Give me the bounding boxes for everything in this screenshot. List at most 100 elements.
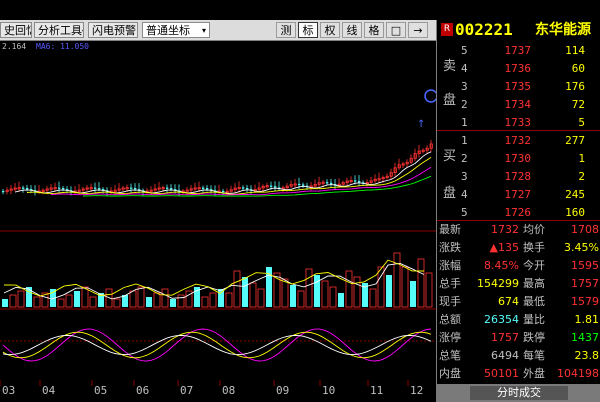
quote-value: 154299 [477,277,519,290]
quote-panel: R 002221 东华能源 5 1737 114 4 1736 60 3 1735 176 2 17… [436,20,600,402]
highlight-marker [424,89,436,103]
quote-value: 1708 [571,223,599,236]
buy-label-top: 买 [443,149,457,164]
order-volume: 2 [578,170,585,183]
quote-label: 总额 [439,313,461,326]
quote-value: 1732 [491,223,519,236]
order-price: 1730 [504,152,532,165]
order-price: 1736 [504,62,532,75]
order-volume: 160 [565,206,585,219]
quote-label: 内盘 [439,367,461,380]
chart-toolbar: 史回忆 分析工具▾ 闪电预警 普通坐标▾ 测 标 权 线 格 □ → [0,20,436,41]
date-tick: 10 [322,384,335,397]
buy-row[interactable]: 2 1730 1 [437,151,600,167]
quote-label: 最新 [439,223,461,236]
quote-value: 104198 [557,367,599,380]
chevron-down-icon: ▾ [201,26,206,35]
order-volume: 245 [565,188,585,201]
order-level: 2 [461,98,468,111]
date-tick: 08 [222,384,235,397]
quote-value: 1595 [571,259,599,272]
quote-value: 8.45% [484,259,519,272]
kline-chart[interactable]: 2.164 MA6: 11.050 ↑ [0,41,436,380]
quote-label: 现手 [439,295,461,308]
arrow-right-icon[interactable]: → [408,22,428,38]
sell-row[interactable]: 4 1736 60 [437,61,600,77]
sell-row[interactable]: 2 1734 72 [437,97,600,113]
quote-value: 1.81 [574,313,600,326]
coordinate-select-value: 普通坐标 [146,24,190,37]
quote-value: 26354 [484,313,519,326]
sell-row[interactable]: 5 1737 114 [437,43,600,59]
order-level: 1 [461,134,468,147]
order-volume: 72 [571,98,585,111]
sell-row[interactable]: 1 1733 5 [437,115,600,131]
order-volume: 60 [571,62,585,75]
order-level: 5 [461,206,468,219]
flash-alert-button[interactable]: 闪电预警 [88,22,138,38]
order-level: 4 [461,62,468,75]
order-level: 1 [461,116,468,129]
order-level: 2 [461,152,468,165]
analysis-tools-label: 分析工具 [38,24,82,37]
order-level: 3 [461,170,468,183]
stock-app: 史回忆 分析工具▾ 闪电预警 普通坐标▾ 测 标 权 线 格 □ → 2.164… [0,0,600,402]
quote-label: 涨停 [439,331,461,344]
order-price: 1734 [504,98,532,111]
date-tick: 07 [180,384,193,397]
order-volume: 176 [565,80,585,93]
buy-row[interactable]: 1 1732 277 [437,133,600,149]
legend-value: 2.164 [2,42,26,51]
date-tick: 11 [370,384,383,397]
order-price: 1728 [504,170,532,183]
indicator-layer [2,328,432,362]
history-button[interactable]: 史回忆 [0,22,32,38]
order-price: 1726 [504,206,532,219]
quote-label: 总笔 [439,349,461,362]
order-price: 1737 [504,44,532,57]
buy-row[interactable]: 4 1727 245 [437,187,600,203]
buy-label-bottom: 盘 [443,186,457,201]
quote-value: 1757 [491,331,519,344]
buy-row[interactable]: 3 1728 2 [437,169,600,185]
tab-tick-trades[interactable]: 分时成交 [470,386,568,400]
mark-button[interactable]: 标 [298,22,318,38]
stock-name: 东华能源 [535,22,591,38]
rights-button[interactable]: 权 [320,22,340,38]
quote-value: 1437 [571,331,599,344]
market-badge: R [441,23,453,36]
quote-value: 1757 [571,277,599,290]
quote-value: 6494 [491,349,519,362]
order-level: 5 [461,44,468,57]
quote-label: 总手 [439,277,461,290]
date-tick: 09 [276,384,289,397]
analysis-tools-button[interactable]: 分析工具▾ [34,22,84,38]
stock-code: 002221 [455,20,513,39]
buy-row[interactable]: 5 1726 160 [437,205,600,221]
measure-button[interactable]: 测 [276,22,296,38]
grid-button[interactable]: 格 [364,22,384,38]
date-tick: 03 [2,384,15,397]
coordinate-select[interactable]: 普通坐标 ▾ [142,22,210,38]
line-button[interactable]: 线 [342,22,362,38]
order-price: 1732 [504,134,532,147]
status-bar: 分时成交 [436,384,600,402]
quote-value: 23.8 [574,349,600,362]
date-tick: 05 [94,384,107,397]
sell-label-top: 卖 [443,59,457,74]
date-axis: 03 04 05 06 07 08 09 10 11 12 [0,380,436,402]
order-price: 1735 [504,80,532,93]
legend-ma: MA6: 11.050 [36,42,89,51]
quote-value: 674 [498,295,519,308]
sell-row[interactable]: 3 1735 176 [437,79,600,95]
sell-label-bottom: 盘 [443,93,457,108]
quote-value: ▲135 [489,241,519,254]
date-tick: 04 [42,384,56,397]
chevron-down-icon: ▾ [82,27,83,36]
quote-value: 3.45% [564,241,599,254]
quote-label: 涨幅 [439,259,461,272]
order-price: 1733 [504,116,532,129]
order-volume: 1 [578,152,585,165]
arrow-marker: ↑ [417,119,425,130]
window-icon[interactable]: □ [386,22,406,38]
